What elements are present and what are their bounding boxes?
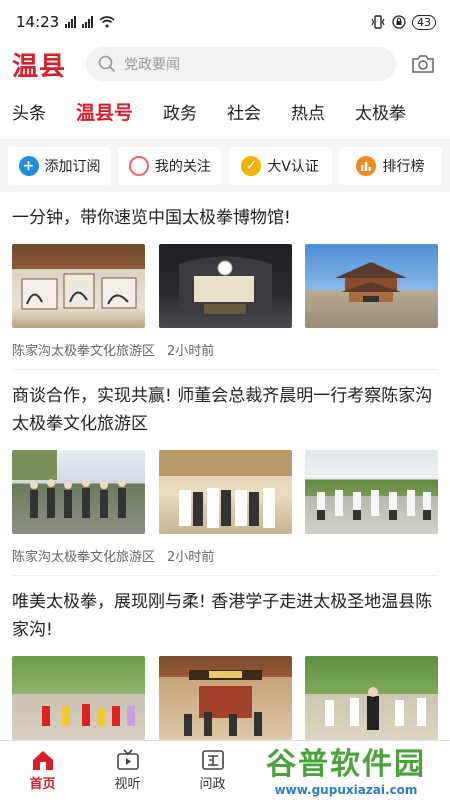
status-right: 43 xyxy=(370,14,436,30)
article-title: 商谈合作，实现共赢! 师董会总裁齐晨明一行考察陈家沟太极拳文化旅游区 xyxy=(12,386,433,434)
vibrate-icon xyxy=(371,15,385,29)
camera-button[interactable] xyxy=(408,49,438,79)
nav-home[interactable]: 首页 xyxy=(0,749,85,792)
camera-icon xyxy=(412,55,434,73)
wifi-icon xyxy=(99,16,115,28)
article-thumbnail xyxy=(12,450,145,534)
news-feed: 一分钟，带你速览中国太极拳博物馆! 陈家沟太极拳文化旅游区 2小时前 商谈合作，… xyxy=(0,192,450,740)
article-thumbnail xyxy=(158,244,292,328)
quick-actions: + 添加订阅 我的关注 ✓ 大V认证 排行榜 xyxy=(0,140,450,192)
tab-hot[interactable]: 热点 xyxy=(291,99,325,124)
tv-icon xyxy=(116,749,139,770)
article-source: 陈家沟太极拳文化旅游区 xyxy=(12,550,156,565)
plus-icon: + xyxy=(18,156,39,176)
site-watermark: 谷普软件园 www.gupuxiazai.com xyxy=(246,740,446,797)
ranking-label: 排行榜 xyxy=(382,159,425,175)
signal-icon-2 xyxy=(82,16,94,28)
status-left: 14:23 xyxy=(16,13,115,31)
verified-label: 大V认证 xyxy=(267,159,319,175)
ranking-button[interactable]: 排行榜 xyxy=(338,147,442,185)
signal-icon xyxy=(65,16,77,28)
article-time: 2小时前 xyxy=(167,550,215,565)
article-thumbnail xyxy=(158,656,292,740)
article-thumbnails xyxy=(12,244,438,328)
status-time: 14:23 xyxy=(16,13,60,31)
search-icon xyxy=(98,55,116,73)
article-thumbnails xyxy=(12,656,438,740)
bar-chart-icon xyxy=(356,156,377,176)
tab-wenxian-hao[interactable]: 温县号 xyxy=(76,98,133,125)
news-article[interactable]: 唯美太极拳，展现刚与柔! 香港学子走进太极圣地温县陈家沟! xyxy=(12,576,438,740)
search-placeholder: 党政要闻 xyxy=(124,57,180,73)
header: 温县 党政要闻 xyxy=(0,44,450,84)
article-thumbnail xyxy=(158,450,292,534)
article-source: 陈家沟太极拳文化旅游区 xyxy=(12,344,156,359)
article-thumbnail xyxy=(12,244,145,328)
zheng-icon xyxy=(201,750,224,770)
news-article[interactable]: 商谈合作，实现共赢! 师董会总裁齐晨明一行考察陈家沟太极拳文化旅游区 陈家沟太极… xyxy=(12,370,438,576)
tab-taiji[interactable]: 太极拳 xyxy=(355,99,406,124)
news-article[interactable]: 一分钟，带你速览中国太极拳博物馆! 陈家沟太极拳文化旅游区 2小时前 xyxy=(12,192,438,370)
article-thumbnail xyxy=(305,244,438,328)
article-title: 唯美太极拳，展现刚与柔! 香港学子走进太极圣地温县陈家沟! xyxy=(12,592,433,640)
tab-headline[interactable]: 头条 xyxy=(12,99,46,124)
nav-audio-video[interactable]: 视听 xyxy=(85,749,170,792)
app-logo: 温县 xyxy=(12,51,67,82)
article-time: 2小时前 xyxy=(167,344,215,359)
watermark-sub: www.gupuxiazai.com xyxy=(274,783,418,797)
article-thumbnail xyxy=(12,656,145,740)
status-bar: 14:23 43 xyxy=(0,0,450,44)
check-icon: ✓ xyxy=(241,156,262,176)
article-thumbnail xyxy=(305,656,438,740)
nav-home-label: 首页 xyxy=(29,777,56,792)
search-input[interactable]: 党政要闻 xyxy=(86,47,396,81)
article-title: 一分钟，带你速览中国太极拳博物馆! xyxy=(12,208,291,228)
add-subscription-label: 添加订阅 xyxy=(44,159,101,175)
article-meta: 陈家沟太极拳文化旅游区 2小时前 xyxy=(12,328,438,369)
battery-indicator: 43 xyxy=(412,14,436,30)
circle-icon xyxy=(128,156,149,176)
nav-ask-gov[interactable]: 问政 xyxy=(170,749,255,792)
watermark-main: 谷普软件园 xyxy=(266,747,426,782)
add-subscription-button[interactable]: + 添加订阅 xyxy=(8,147,111,185)
home-icon xyxy=(32,751,53,770)
article-meta: 陈家沟太极拳文化旅游区 2小时前 xyxy=(12,534,438,575)
tab-society[interactable]: 社会 xyxy=(227,99,261,124)
article-thumbnail xyxy=(305,450,438,534)
verified-button[interactable]: ✓ 大V认证 xyxy=(228,147,332,185)
my-follows-button[interactable]: 我的关注 xyxy=(118,147,222,185)
lock-rotate-icon xyxy=(392,15,406,29)
category-tabs: 头条 温县号 政务 社会 热点 太极拳 xyxy=(0,84,450,140)
my-follows-label: 我的关注 xyxy=(154,159,211,175)
article-thumbnails xyxy=(12,450,438,534)
nav-audio-video-label: 视听 xyxy=(114,777,141,792)
tab-government[interactable]: 政务 xyxy=(163,99,197,124)
nav-ask-gov-label: 问政 xyxy=(199,777,226,792)
